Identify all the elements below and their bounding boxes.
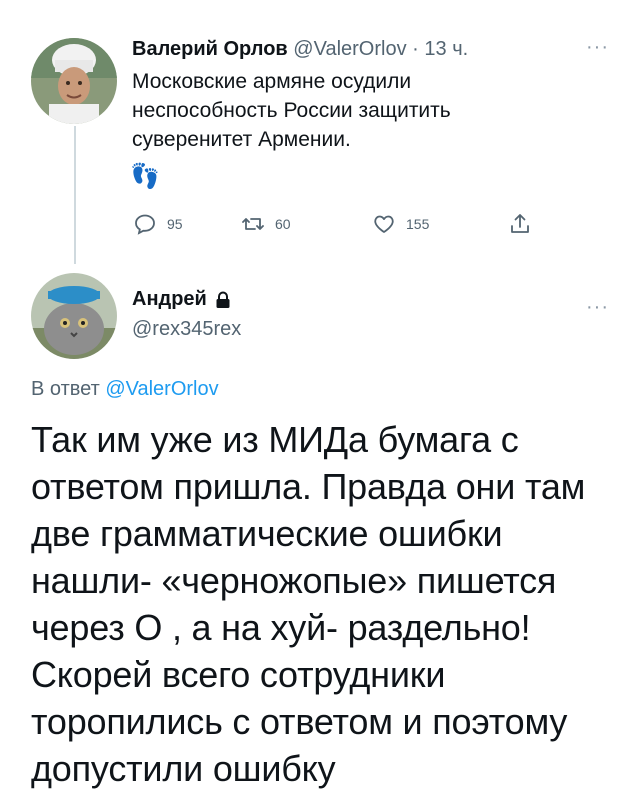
heart-icon <box>374 215 394 233</box>
like-count: 155 <box>406 216 430 232</box>
parent-header: Валерий Орлов @ValerOrlov · 13 ч. <box>132 36 468 62</box>
parent-author-name[interactable]: Валерий Орлов <box>132 38 288 60</box>
cat-avatar-image <box>31 273 117 359</box>
replying-to-prefix: В ответ <box>31 378 100 400</box>
retweet-count: 60 <box>275 216 291 232</box>
speech-bubble-icon <box>135 214 155 235</box>
reply-tweet-text: Так им уже из МИДа бумага с ответом приш… <box>31 419 586 789</box>
reply-more-options-icon[interactable]: ··· <box>586 296 609 319</box>
parent-tweet-text: Московские армяне осудили неспособность … <box>132 70 451 151</box>
reply-header: Андрей <box>132 288 231 311</box>
reply-author-name[interactable]: Андрей <box>132 288 207 311</box>
parent-timestamp[interactable]: 13 ч. <box>424 38 468 60</box>
reply-avatar[interactable] <box>31 273 117 359</box>
thread-connector-line <box>74 126 76 264</box>
retweet-icon <box>242 218 264 230</box>
lock-icon <box>216 291 230 308</box>
header-separator: · <box>412 38 419 60</box>
replying-to-handle-link[interactable]: @ValerOrlov <box>105 378 218 400</box>
like-action-button[interactable]: 155 <box>372 212 429 236</box>
parent-avatar[interactable] <box>31 38 117 124</box>
parent-author-handle[interactable]: @ValerOrlov <box>293 38 406 60</box>
reply-count: 95 <box>167 216 183 232</box>
share-action-button[interactable] <box>508 212 532 236</box>
chef-avatar-image <box>31 38 117 124</box>
footprints-emoji: 👣 <box>130 163 160 190</box>
share-icon <box>511 214 529 233</box>
reply-action-button[interactable]: 95 <box>133 212 183 236</box>
replying-to-line: В ответ @ValerOrlov <box>31 378 219 401</box>
retweet-action-button[interactable]: 60 <box>241 212 291 236</box>
reply-author-handle[interactable]: @rex345rex <box>132 318 241 341</box>
parent-more-options-icon[interactable]: ··· <box>586 36 609 59</box>
